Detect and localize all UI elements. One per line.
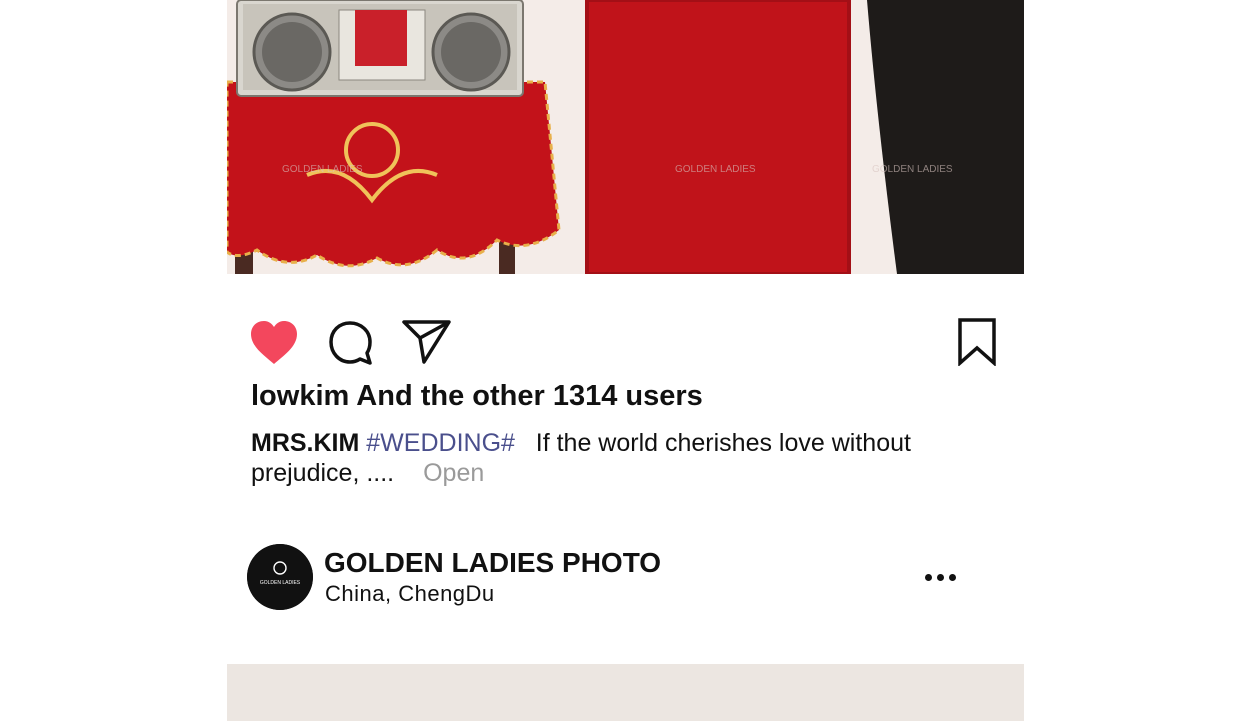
- likes-summary[interactable]: lowkim And the other 1314 users: [251, 380, 703, 413]
- avatar[interactable]: GOLDEN LADIES: [247, 544, 313, 610]
- more-options-icon[interactable]: [923, 564, 959, 590]
- share-icon[interactable]: [402, 318, 452, 364]
- svg-text:GOLDEN LADIES: GOLDEN LADIES: [282, 164, 363, 175]
- next-post-image[interactable]: [227, 664, 1024, 721]
- caption-hashtag[interactable]: #WEDDING#: [366, 429, 515, 457]
- post-image[interactable]: GOLDEN LADIES GOLDEN LADIES GOLDEN LADIE…: [227, 0, 1024, 274]
- post-caption: MRS.KIM #WEDDING# If the world cherishes…: [251, 428, 951, 488]
- account-name[interactable]: GOLDEN LADIES PHOTO: [324, 547, 661, 579]
- comment-icon[interactable]: [328, 320, 374, 366]
- post-action-bar: [227, 312, 1024, 372]
- svg-text:GOLDEN LADIES: GOLDEN LADIES: [872, 164, 953, 175]
- svg-text:GOLDEN LADIES: GOLDEN LADIES: [675, 164, 756, 175]
- bookmark-icon[interactable]: [957, 318, 997, 366]
- heart-icon[interactable]: [249, 320, 299, 366]
- caption-author[interactable]: MRS.KIM: [251, 429, 359, 457]
- caption-open-link[interactable]: Open: [423, 459, 484, 487]
- post-header: GOLDEN LADIES GOLDEN LADIES PHOTO China,…: [247, 544, 967, 610]
- account-location[interactable]: China, ChengDu: [325, 581, 495, 607]
- svg-text:GOLDEN LADIES: GOLDEN LADIES: [260, 580, 301, 586]
